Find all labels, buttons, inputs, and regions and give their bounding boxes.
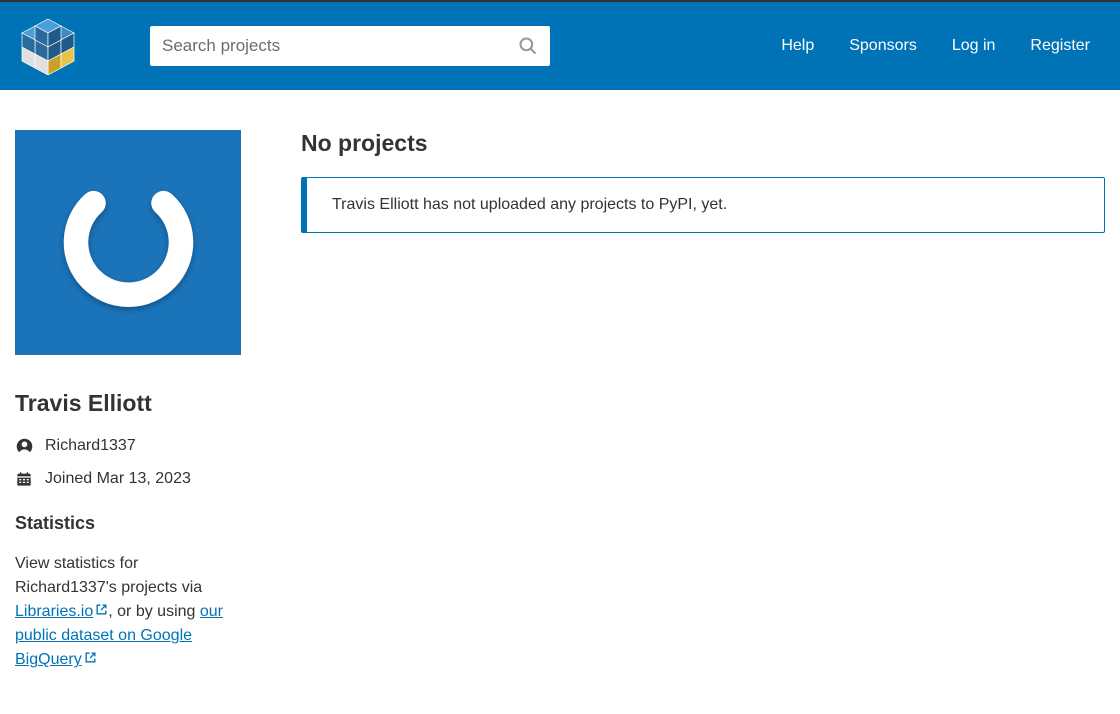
search-icon[interactable] [518, 36, 538, 56]
profile-name: Travis Elliott [15, 390, 241, 417]
statistics-text: View statistics for Richard1337's projec… [15, 552, 241, 672]
section-title: No projects [301, 130, 1105, 157]
logo[interactable] [15, 17, 80, 75]
stats-prefix: View statistics for Richard1337's projec… [15, 555, 202, 596]
sidebar: Travis Elliott Richard1337 [15, 130, 241, 672]
username-row: Richard1337 [15, 437, 241, 455]
main: Travis Elliott Richard1337 [0, 90, 1120, 702]
nav-register[interactable]: Register [1030, 37, 1090, 55]
search-container [150, 26, 550, 66]
external-link-icon [95, 600, 108, 624]
nav-sponsors[interactable]: Sponsors [849, 37, 917, 55]
external-link-icon [84, 648, 97, 672]
statistics-heading: Statistics [15, 513, 241, 534]
no-projects-alert: Travis Elliott has not uploaded any proj… [301, 177, 1105, 233]
content: No projects Travis Elliott has not uploa… [301, 130, 1105, 672]
joined-row: Joined Mar 13, 2023 [15, 470, 241, 488]
user-icon [15, 437, 33, 455]
joined-date: Joined Mar 13, 2023 [45, 470, 191, 488]
avatar [15, 130, 241, 355]
profile-meta: Richard1337 [15, 437, 241, 488]
nav-links: Help Sponsors Log in Register [781, 37, 1105, 55]
header: Help Sponsors Log in Register [0, 2, 1120, 90]
libraries-link[interactable]: Libraries.io [15, 603, 108, 620]
nav-help[interactable]: Help [781, 37, 814, 55]
search-input[interactable] [162, 36, 518, 56]
calendar-icon [15, 470, 33, 488]
nav-login[interactable]: Log in [952, 37, 996, 55]
username: Richard1337 [45, 437, 136, 455]
stats-middle: , or by using [108, 603, 200, 620]
